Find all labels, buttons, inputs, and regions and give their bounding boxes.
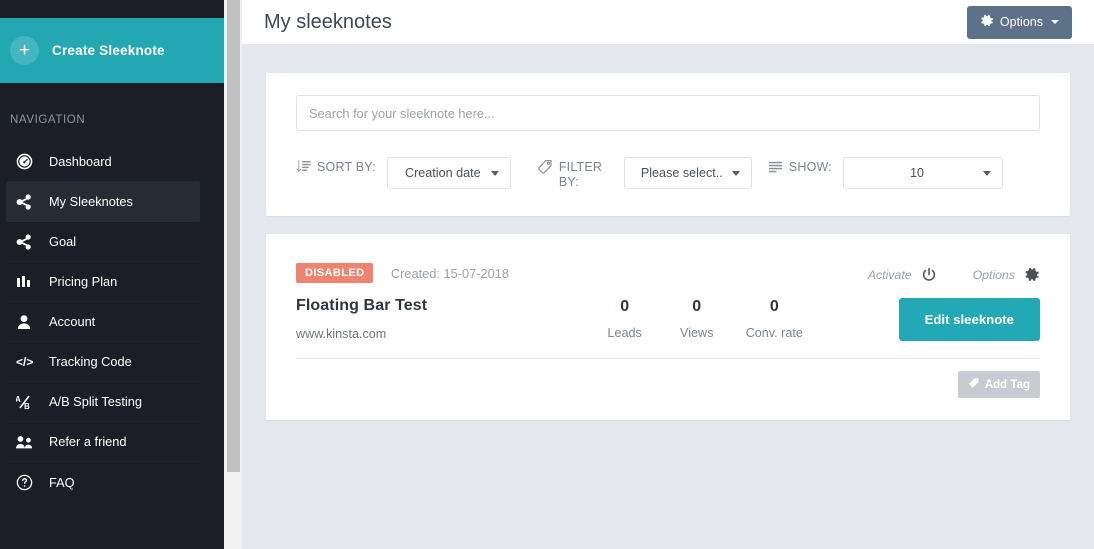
sidebar-item-label: A/B Split Testing: [49, 394, 142, 409]
users-icon: [16, 434, 40, 450]
sort-icon: [296, 159, 311, 179]
user-icon: [16, 314, 40, 330]
activate-label: Activate: [867, 268, 912, 282]
filter-card: SORT BY: Creation date: [266, 73, 1070, 216]
tag-icon: [537, 159, 553, 180]
sidebar-item-dashboard[interactable]: Dashboard: [6, 142, 200, 182]
sidebar-item-label: FAQ: [49, 474, 75, 490]
stat-value: 0: [692, 298, 702, 315]
stat-conv-rate: 0 Conv. rate: [746, 298, 803, 340]
sidebar-item-my-sleeknotes[interactable]: My Sleeknotes: [6, 182, 200, 222]
chevron-down-icon: [1051, 20, 1059, 24]
stat-leads: 0 Leads: [602, 298, 648, 340]
sidebar-item-ab-split-testing[interactable]: A B A/B Split Testing: [6, 382, 200, 422]
sort-by-group: SORT BY: Creation date: [296, 157, 511, 189]
sleeknote-stats: 0 Leads 0 Views 0 Conv. rate: [602, 298, 803, 340]
app-root: + Create Sleeknote NAVIGATION Dashboard: [0, 0, 1094, 549]
sidebar-item-label: Dashboard: [49, 154, 112, 169]
filter-by-label: FILTER BY:: [558, 160, 603, 189]
sidebar-item-faq[interactable]: FAQ: [6, 462, 200, 502]
svg-text:A: A: [16, 395, 21, 404]
create-sleeknote-button[interactable]: + Create Sleeknote: [0, 18, 224, 83]
code-icon: </>: [16, 354, 34, 369]
filter-by-select[interactable]: Please select..: [623, 157, 752, 189]
show-select[interactable]: 10: [842, 157, 1003, 189]
stat-label: Conv. rate: [745, 326, 803, 340]
sidebar-item-label: Account: [49, 314, 96, 329]
content-area: SORT BY: Creation date: [242, 44, 1094, 420]
page-scrollbar-track[interactable]: [224, 0, 242, 549]
svg-text:B: B: [24, 402, 30, 410]
chevron-down-icon: [490, 171, 499, 176]
stat-value: 0: [769, 298, 779, 315]
sleeknote-card-footer: Add Tag: [266, 341, 1070, 420]
sleeknote-name: Floating Bar Test: [296, 297, 428, 314]
sidebar-item-goal[interactable]: Goal: [6, 222, 200, 262]
create-sleeknote-label: Create Sleeknote: [52, 43, 165, 58]
stat-label: Leads: [607, 326, 642, 340]
sidebar-item-account[interactable]: Account: [6, 302, 200, 342]
sleeknote-card: DISABLED Created: 15-07-2018 Activate Op…: [266, 234, 1070, 420]
sort-by-label: SORT BY:: [317, 160, 376, 174]
chevron-down-icon: [982, 171, 991, 176]
sidebar-item-tracking-code[interactable]: </> Tracking Code: [6, 342, 200, 382]
sidebar-item-label: My Sleeknotes: [49, 194, 133, 209]
status-row: DISABLED Created: 15-07-2018: [296, 263, 509, 283]
stat-views: 0 Views: [674, 298, 720, 340]
page-scrollbar-thumb[interactable]: [227, 0, 240, 472]
page-title: My sleeknotes: [264, 10, 392, 33]
filter-by-value: Please select..: [640, 166, 723, 180]
sleeknote-card-body: Floating Bar Test www.kinsta.com 0 Leads…: [266, 283, 1070, 341]
sort-by-value: Creation date: [405, 166, 481, 180]
bar-chart-icon: [16, 274, 40, 290]
sidebar-nav-list: Dashboard My Sleeknotes Goal Pricing Pla…: [0, 142, 224, 502]
header-options-button[interactable]: Options: [966, 5, 1072, 39]
list-icon: [768, 159, 783, 179]
navigation-heading: NAVIGATION: [10, 114, 86, 126]
card-actions: Activate Options: [868, 263, 1040, 283]
ab-split-icon: A B: [16, 394, 40, 410]
sleeknote-info: Floating Bar Test www.kinsta.com: [296, 297, 536, 341]
sleeknote-card-header: DISABLED Created: 15-07-2018 Activate Op…: [266, 234, 1070, 283]
sidebar-item-label: Pricing Plan: [49, 274, 118, 289]
main-content: My sleeknotes Options Search for your sl…: [242, 0, 1094, 549]
stat-value: 0: [620, 298, 630, 315]
sleeknote-url: www.kinsta.com: [296, 327, 387, 341]
show-value: 10: [909, 166, 924, 180]
power-icon[interactable]: [921, 267, 937, 283]
chevron-down-icon: [731, 171, 740, 176]
dashboard-icon: [16, 153, 40, 170]
sidebar-top-strip: [0, 0, 224, 18]
question-icon: [16, 474, 40, 491]
show-label: SHOW:: [788, 160, 832, 174]
top-bar: My sleeknotes Options: [242, 0, 1094, 44]
sort-by-select[interactable]: Creation date: [386, 157, 511, 189]
sidebar-item-refer-a-friend[interactable]: Refer a friend: [6, 422, 200, 462]
gear-icon[interactable]: [1024, 267, 1040, 283]
created-date: Created: 15-07-2018: [390, 265, 509, 281]
filter-by-group: FILTER BY: Please select..: [537, 157, 752, 190]
filter-controls: SORT BY: Creation date FILTER BY: Please…: [296, 157, 1040, 190]
header-options-label: Options: [999, 15, 1043, 29]
gear-icon: [980, 14, 994, 31]
show-group: SHOW: 10: [768, 157, 1003, 189]
add-tag-label: Add Tag: [984, 378, 1030, 391]
card-options-label: Options: [972, 268, 1015, 282]
sidebar-item-pricing-plan[interactable]: Pricing Plan: [6, 262, 200, 302]
share-icon: [16, 193, 40, 210]
sidebar-item-label: Tracking Code: [49, 354, 132, 369]
sidebar-item-label: Goal: [49, 234, 77, 249]
status-badge: DISABLED: [296, 263, 374, 283]
plus-icon: +: [10, 36, 39, 65]
tag-icon: [968, 377, 980, 392]
stat-label: Views: [680, 326, 714, 340]
footer-divider: Add Tag: [296, 358, 1040, 398]
add-tag-button[interactable]: Add Tag: [957, 371, 1040, 398]
sidebar: + Create Sleeknote NAVIGATION Dashboard: [0, 0, 224, 549]
search-input[interactable]: [296, 95, 1040, 131]
edit-sleeknote-button[interactable]: Edit sleeknote: [898, 297, 1040, 341]
sidebar-item-label: Refer a friend: [49, 434, 127, 449]
share-icon: [16, 233, 40, 250]
